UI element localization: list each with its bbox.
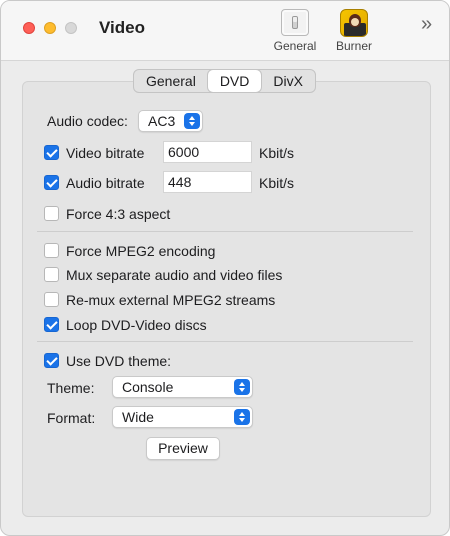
use-dvd-theme-checkbox[interactable] — [44, 353, 59, 368]
popup-arrows-icon — [184, 113, 200, 129]
popup-arrows-icon — [234, 409, 250, 425]
tab-dvd[interactable]: DVD — [207, 70, 262, 92]
audio-codec-label: Audio codec: — [47, 113, 128, 129]
mux-separate-checkbox[interactable] — [44, 267, 59, 282]
theme-label: Theme: — [47, 380, 95, 396]
theme-popup[interactable]: Console — [112, 376, 253, 398]
theme-value: Console — [122, 379, 174, 395]
toolbar-burner-button[interactable]: Burner — [327, 9, 381, 55]
force-aspect-checkbox[interactable] — [44, 206, 59, 221]
video-bitrate-unit: Kbit/s — [259, 145, 295, 161]
window-title: Video — [99, 18, 145, 37]
audio-bitrate-label: Audio bitrate — [66, 175, 145, 191]
video-bitrate-checkbox[interactable] — [44, 145, 59, 160]
loop-dvd-checkbox[interactable] — [44, 317, 59, 332]
burner-app-icon — [340, 9, 368, 37]
close-window-button[interactable] — [23, 22, 35, 34]
toolbar-general-label: General — [273, 39, 317, 53]
force-mpeg2-label: Force MPEG2 encoding — [66, 243, 216, 259]
tab-bar: General DVD DivX — [133, 69, 316, 93]
audio-codec-value: AC3 — [148, 113, 176, 129]
format-popup[interactable]: Wide — [112, 406, 253, 428]
audio-codec-popup[interactable]: AC3 — [138, 110, 203, 132]
tab-divx[interactable]: DivX — [261, 70, 315, 92]
toolbar-general-button[interactable]: General — [268, 9, 322, 55]
audio-bitrate-field[interactable]: 448 — [163, 171, 252, 193]
force-mpeg2-checkbox[interactable] — [44, 243, 59, 258]
general-switch-icon — [281, 9, 309, 36]
video-bitrate-field[interactable]: 6000 — [163, 141, 252, 163]
divider — [37, 341, 413, 342]
divider — [37, 231, 413, 232]
mux-separate-label: Mux separate audio and video files — [66, 267, 283, 283]
preferences-window: Video General Burner » General DVD DivX … — [0, 0, 450, 536]
toolbar-burner-label: Burner — [335, 39, 373, 53]
format-value: Wide — [122, 409, 154, 425]
audio-bitrate-checkbox[interactable] — [44, 175, 59, 190]
remux-external-checkbox[interactable] — [44, 292, 59, 307]
format-label: Format: — [47, 410, 96, 426]
remux-external-label: Re-mux external MPEG2 streams — [66, 292, 276, 308]
tab-general[interactable]: General — [134, 70, 208, 92]
window-toolbar: Video General Burner » — [1, 1, 449, 61]
popup-arrows-icon — [234, 379, 250, 395]
preview-button[interactable]: Preview — [146, 437, 220, 460]
chevron-double-right-icon[interactable]: » — [421, 13, 432, 36]
loop-dvd-label: Loop DVD-Video discs — [66, 317, 207, 333]
zoom-window-button[interactable] — [65, 22, 77, 34]
audio-bitrate-unit: Kbit/s — [259, 175, 295, 191]
video-bitrate-label: Video bitrate — [66, 145, 145, 161]
force-aspect-label: Force 4:3 aspect — [66, 206, 171, 222]
use-dvd-theme-label: Use DVD theme: — [66, 353, 172, 369]
minimize-window-button[interactable] — [44, 22, 56, 34]
